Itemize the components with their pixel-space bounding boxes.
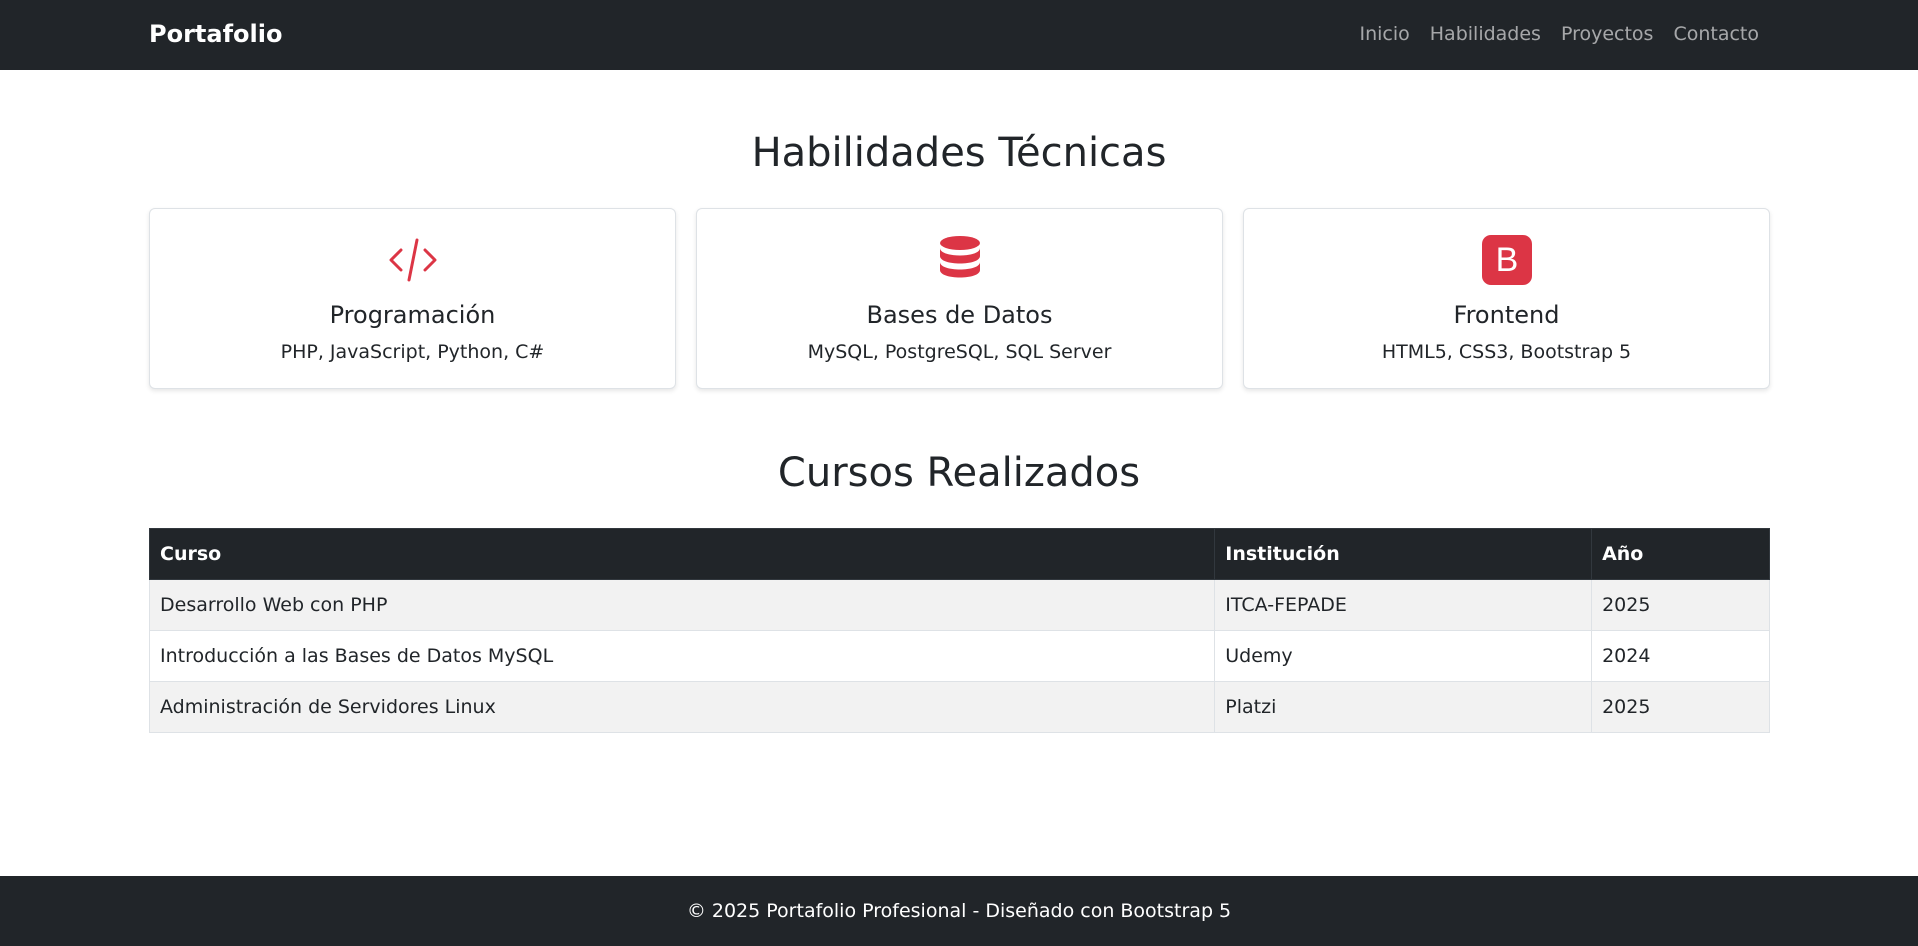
- table-header-row: Curso Institución Año: [148, 528, 1770, 580]
- nav-links: Inicio Habilidades Proyectos Contacto: [1359, 23, 1759, 45]
- table-header: Curso Institución Año: [148, 528, 1770, 580]
- svg-text:B: B: [1495, 241, 1518, 279]
- skills-cards: Programación PHP, JavaScript, Python, C#…: [149, 208, 1770, 389]
- brand-link[interactable]: Portafolio: [149, 20, 282, 48]
- courses-table-wrapper: Curso Institución Año Desarrollo Web con…: [148, 528, 1770, 733]
- nav-link-proyectos[interactable]: Proyectos: [1561, 23, 1654, 45]
- skill-card-databases: Bases de Datos MySQL, PostgreSQL, SQL Se…: [696, 208, 1223, 389]
- skill-card-title: Bases de Datos: [866, 301, 1053, 329]
- skill-card-text: HTML5, CSS3, Bootstrap 5: [1381, 341, 1632, 363]
- skill-card-text: PHP, JavaScript, Python, C#: [280, 341, 545, 363]
- skill-card-text: MySQL, PostgreSQL, SQL Server: [807, 341, 1112, 363]
- skill-card-frontend: B Frontend HTML5, CSS3, Bootstrap 5: [1243, 208, 1770, 389]
- cell-institucion: Udemy: [1214, 630, 1593, 682]
- nav-link-contacto[interactable]: Contacto: [1673, 23, 1759, 45]
- nav-link-habilidades[interactable]: Habilidades: [1430, 23, 1541, 45]
- cell-institucion: ITCA-FEPADE: [1214, 579, 1593, 631]
- cell-anio: 2024: [1591, 630, 1770, 682]
- navbar: Portafolio Inicio Habilidades Proyectos …: [0, 0, 1918, 70]
- database-icon: [939, 236, 980, 278]
- column-header-anio: Año: [1591, 528, 1770, 580]
- courses-table: Curso Institución Año Desarrollo Web con…: [148, 528, 1770, 733]
- table-row: Desarrollo Web con PHP ITCA-FEPADE 2025: [148, 579, 1770, 631]
- cell-institucion: Platzi: [1214, 681, 1593, 733]
- column-header-institucion: Institución: [1214, 528, 1593, 580]
- bootstrap-icon: B: [1481, 235, 1532, 285]
- cell-curso: Administración de Servidores Linux: [148, 681, 1216, 733]
- footer-text: © 2025 Portafolio Profesional - Diseñado…: [686, 900, 1232, 922]
- table-body: Desarrollo Web con PHP ITCA-FEPADE 2025 …: [148, 579, 1770, 733]
- footer: © 2025 Portafolio Profesional - Diseñado…: [0, 876, 1918, 946]
- cell-curso: Desarrollo Web con PHP: [148, 579, 1216, 631]
- cell-anio: 2025: [1591, 681, 1770, 733]
- code-icon: [389, 238, 436, 282]
- skill-card-title: Frontend: [1453, 301, 1560, 329]
- cell-anio: 2025: [1591, 579, 1770, 631]
- table-row: Introducción a las Bases de Datos MySQL …: [148, 630, 1770, 682]
- courses-title: Cursos Realizados: [777, 450, 1141, 496]
- nav-link-inicio[interactable]: Inicio: [1359, 23, 1409, 45]
- table-row: Administración de Servidores Linux Platz…: [148, 681, 1770, 733]
- skills-title: Habilidades Técnicas: [751, 130, 1167, 176]
- cell-curso: Introducción a las Bases de Datos MySQL: [148, 630, 1216, 682]
- skill-card-programming: Programación PHP, JavaScript, Python, C#: [149, 208, 676, 389]
- skill-card-title: Programación: [329, 301, 496, 329]
- column-header-curso: Curso: [148, 528, 1216, 580]
